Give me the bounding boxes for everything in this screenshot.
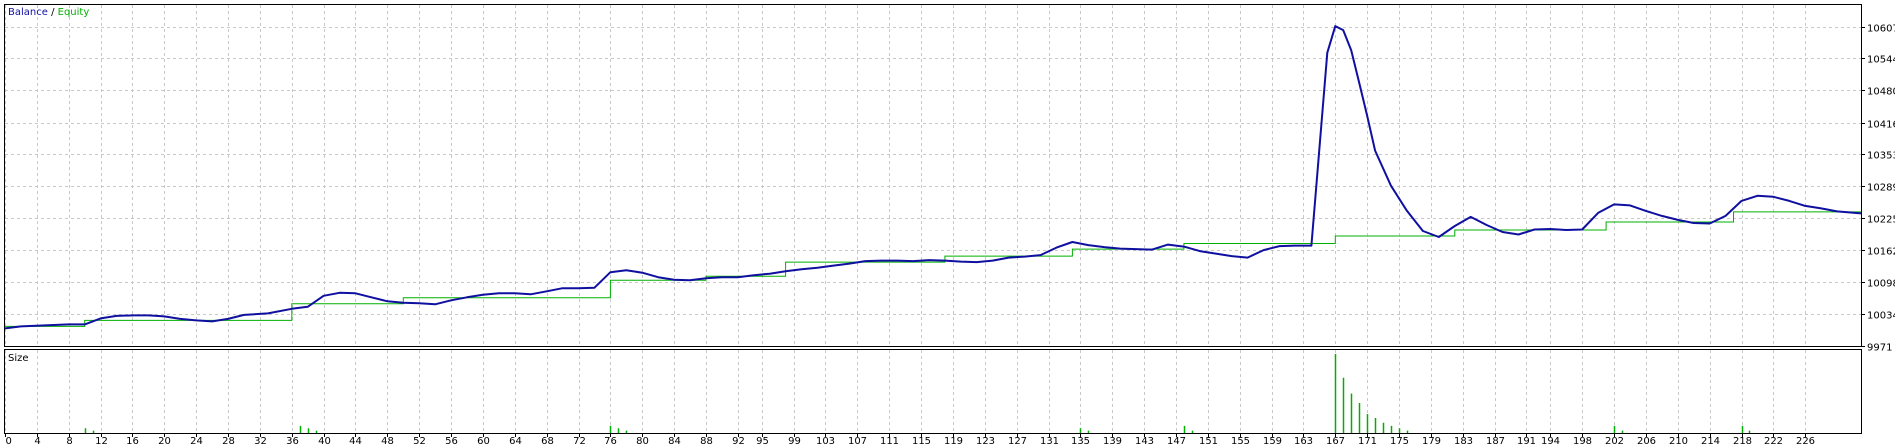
x-tick-label: 48 — [381, 436, 394, 447]
x-tick-label: 52 — [413, 436, 426, 447]
x-tick-label: 72 — [573, 436, 586, 447]
x-tick-label: 68 — [541, 436, 554, 447]
x-tick-label: 80 — [636, 436, 649, 447]
size-panel-label: Size — [8, 353, 29, 364]
x-tick-label: 202 — [1605, 436, 1624, 447]
x-tick-label: 12 — [95, 436, 108, 447]
y-tick-label: 10225 — [1867, 215, 1895, 226]
x-tick-label: 8 — [66, 436, 72, 447]
x-tick-label: 88 — [700, 436, 713, 447]
y-tick-label: 10162 — [1867, 247, 1895, 258]
x-tick-label: 111 — [880, 436, 899, 447]
x-tick-label: 163 — [1294, 436, 1313, 447]
x-tick-label: 119 — [944, 436, 963, 447]
x-tick-label: 95 — [756, 436, 769, 447]
x-tick-label: 60 — [477, 436, 490, 447]
x-tick-label: 44 — [349, 436, 362, 447]
x-tick-label: 218 — [1733, 436, 1752, 447]
x-tick-label: 64 — [509, 436, 522, 447]
x-tick-label: 16 — [126, 436, 139, 447]
x-tick-label: 179 — [1422, 436, 1441, 447]
y-tick-label: 10034 — [1867, 311, 1895, 322]
y-tick-label: 10544 — [1867, 55, 1895, 66]
x-tick-label: 115 — [912, 436, 931, 447]
x-tick-label: 131 — [1040, 436, 1059, 447]
x-tick-label: 187 — [1486, 436, 1505, 447]
x-tick-label: 147 — [1167, 436, 1186, 447]
x-tick-label: 171 — [1358, 436, 1377, 447]
chart-legend: Balance / Equity — [8, 7, 89, 18]
x-tick-label: 92 — [732, 436, 745, 447]
x-tick-label: 99 — [788, 436, 801, 447]
x-tick-label: 103 — [816, 436, 835, 447]
x-tick-label: 159 — [1263, 436, 1282, 447]
x-tick-label: 123 — [976, 436, 995, 447]
x-tick-label: 4 — [34, 436, 40, 447]
y-tick-label: 9971 — [1867, 343, 1892, 354]
x-tick-label: 36 — [286, 436, 299, 447]
x-tick-label: 210 — [1669, 436, 1688, 447]
x-tick-label: 151 — [1199, 436, 1218, 447]
x-tick-label: 143 — [1135, 436, 1154, 447]
x-tick-label: 127 — [1008, 436, 1027, 447]
legend-balance: Balance — [8, 7, 48, 18]
y-tick-label: 10353 — [1867, 151, 1895, 162]
x-tick-label: 222 — [1764, 436, 1783, 447]
y-tick-label: 10416 — [1867, 120, 1895, 131]
x-tick-label: 20 — [158, 436, 171, 447]
x-tick-label: 194 — [1541, 436, 1560, 447]
legend-equity: Equity — [58, 7, 90, 18]
x-tick-label: 32 — [254, 436, 267, 447]
chart-background — [0, 0, 1895, 447]
x-tick-label: 175 — [1390, 436, 1409, 447]
x-tick-label: 191 — [1517, 436, 1536, 447]
balance-equity-chart: 10607 10544 10480 10416 10353 10289 10225 10162… — [0, 0, 1895, 447]
x-tick-label: 183 — [1454, 436, 1473, 447]
x-tick-label: 0 — [6, 436, 12, 447]
x-tick-label: 226 — [1796, 436, 1815, 447]
y-tick-label: 10607 — [1867, 24, 1895, 35]
x-tick-label: 76 — [604, 436, 617, 447]
x-tick-label: 107 — [848, 436, 867, 447]
x-tick-label: 135 — [1071, 436, 1090, 447]
x-tick-label: 198 — [1573, 436, 1592, 447]
x-tick-label: 139 — [1103, 436, 1122, 447]
x-tick-label: 214 — [1701, 436, 1720, 447]
x-tick-label: 155 — [1231, 436, 1250, 447]
x-tick-label: 56 — [445, 436, 458, 447]
x-tick-label: 84 — [668, 436, 681, 447]
legend-separator: / — [48, 7, 58, 18]
y-tick-label: 10098 — [1867, 279, 1895, 290]
x-tick-label: 28 — [222, 436, 235, 447]
x-tick-label: 167 — [1326, 436, 1345, 447]
x-tick-label: 40 — [318, 436, 331, 447]
x-tick-label: 24 — [190, 436, 203, 447]
y-tick-label: 10480 — [1867, 87, 1895, 98]
y-tick-label: 10289 — [1867, 183, 1895, 194]
x-tick-label: 206 — [1637, 436, 1656, 447]
